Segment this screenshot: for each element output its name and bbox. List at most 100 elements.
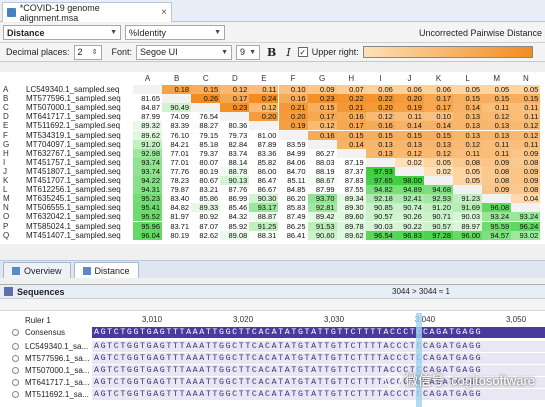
matrix-cell[interactable]: 0.12 (511, 130, 541, 140)
column-header[interactable]: N (511, 74, 540, 83)
matrix-cell[interactable]: 0.17 (220, 94, 250, 104)
row-sequence-name[interactable]: MT641717.1_sampled.seq (26, 112, 121, 121)
expand-icon[interactable] (12, 355, 19, 362)
expand-icon[interactable] (12, 367, 19, 374)
matrix-cell[interactable]: 95.23 (133, 194, 162, 204)
matrix-cell[interactable]: 93.24 (511, 212, 541, 222)
italic-button[interactable]: I (283, 46, 293, 59)
matrix-cell[interactable]: 79.37 (191, 148, 221, 158)
matrix-cell[interactable]: 0.11 (394, 112, 424, 122)
matrix-cell[interactable]: 89.33 (191, 203, 221, 213)
matrix-cell[interactable]: 0.09 (482, 185, 512, 195)
matrix-cell[interactable]: 92.93 (424, 194, 453, 204)
matrix-cell[interactable]: 0.20 (365, 103, 395, 113)
sequence-residues[interactable]: AGTCTGGTGAGTTTAAATTGGCTTCACATATGTATTGTTC… (92, 353, 545, 364)
matrix-cell[interactable]: 82.62 (191, 230, 221, 240)
matrix-cell[interactable]: 95.41 (133, 203, 162, 213)
row-sequence-name[interactable]: MT704097.1_sampled.seq (26, 140, 121, 149)
matrix-cell[interactable]: 79.87 (162, 185, 192, 195)
row-sequence-name[interactable]: MT451707.1_sampled.seq (26, 176, 121, 185)
matrix-cell[interactable]: 0.20 (249, 112, 279, 122)
matrix-cell[interactable]: 0.17 (424, 103, 453, 113)
matrix-cell[interactable]: 0.05 (482, 85, 512, 94)
matrix-cell[interactable]: 0.20 (394, 94, 424, 104)
matrix-cell[interactable]: 0.12 (307, 121, 337, 131)
matrix-cell[interactable]: 0.26 (191, 94, 221, 104)
matrix-cell[interactable]: 82.84 (220, 139, 250, 149)
matrix-cell[interactable]: 89.62 (133, 130, 162, 140)
matrix-cell[interactable]: 94.22 (133, 176, 162, 185)
matrix-cell[interactable]: 0.13 (453, 121, 483, 131)
decimal-places-spinner[interactable]: 2 ⇕ (73, 44, 102, 60)
matrix-cell[interactable]: 94.68 (424, 185, 453, 195)
row-sequence-name[interactable]: MT507000.1_sampled.seq (26, 103, 121, 112)
matrix-cell[interactable]: 84.85 (278, 185, 308, 195)
matrix-cell[interactable] (162, 94, 192, 104)
matrix-cell[interactable]: 93.02 (511, 230, 541, 240)
matrix-cell[interactable]: 90.57 (365, 212, 395, 222)
matrix-cell[interactable]: 0.08 (511, 157, 541, 167)
column-header[interactable]: H (337, 74, 366, 83)
matrix-cell[interactable]: 88.67 (307, 176, 337, 185)
matrix-cell[interactable]: 87.76 (220, 185, 250, 195)
matrix-cell[interactable]: 81.00 (249, 130, 279, 140)
metric-selector[interactable]: %Identity ▼ (125, 25, 225, 40)
matrix-cell[interactable]: 87.07 (191, 221, 221, 231)
matrix-cell[interactable]: 77.01 (162, 148, 192, 158)
matrix-cell[interactable]: 91.23 (453, 194, 483, 204)
matrix-cell[interactable]: 0.05 (453, 176, 483, 185)
matrix-cell[interactable]: 90.03 (365, 221, 395, 231)
matrix-cell[interactable]: 90.74 (394, 203, 424, 213)
matrix-cell[interactable]: 85.18 (191, 139, 221, 149)
matrix-cell[interactable]: 83.39 (162, 121, 192, 131)
matrix-cell[interactable] (249, 121, 279, 131)
matrix-cell[interactable]: 0.05 (511, 85, 541, 94)
matrix-cell[interactable]: 0.09 (511, 176, 541, 185)
matrix-cell[interactable]: 0.23 (307, 94, 337, 104)
matrix-cell[interactable]: 96.00 (453, 230, 483, 240)
expand-icon[interactable] (12, 343, 19, 350)
matrix-cell[interactable]: 85.86 (191, 194, 221, 204)
matrix-cell[interactable]: 77.01 (162, 157, 192, 167)
column-header[interactable]: M (482, 74, 511, 83)
matrix-cell[interactable] (511, 203, 541, 213)
matrix-cell[interactable]: 0.12 (220, 85, 250, 94)
matrix-cell[interactable]: 90.26 (394, 212, 424, 222)
matrix-cell[interactable]: 0.11 (511, 139, 541, 149)
matrix-cell[interactable]: 88.87 (249, 212, 279, 222)
matrix-cell[interactable] (482, 194, 512, 204)
matrix-cell[interactable]: 87.55 (336, 185, 366, 195)
matrix-cell[interactable]: 90.49 (162, 103, 192, 113)
matrix-cell[interactable]: 0.10 (424, 112, 453, 122)
matrix-cell[interactable]: 79.15 (191, 130, 221, 140)
matrix-cell[interactable]: 0.12 (482, 112, 512, 122)
matrix-cell[interactable]: 0.12 (394, 148, 424, 158)
matrix-cell[interactable]: 76.54 (191, 112, 221, 122)
matrix-cell[interactable]: 95.59 (482, 221, 512, 231)
matrix-cell[interactable]: 84.32 (220, 212, 250, 222)
matrix-cell[interactable]: 0.13 (482, 130, 512, 140)
upper-right-checkbox[interactable]: ✓ (297, 47, 308, 57)
matrix-cell[interactable]: 0.15 (336, 130, 366, 140)
matrix-cell[interactable]: 0.13 (453, 130, 483, 140)
matrix-cell[interactable]: 0.14 (336, 139, 366, 149)
matrix-cell[interactable]: 0.05 (424, 157, 453, 167)
matrix-cell[interactable] (220, 112, 250, 122)
matrix-cell[interactable]: 86.25 (278, 221, 308, 231)
matrix-cell[interactable]: 0.19 (394, 103, 424, 113)
matrix-cell[interactable]: 86.20 (278, 194, 308, 204)
matrix-cell[interactable]: 86.41 (278, 230, 308, 240)
matrix-cell[interactable] (133, 85, 162, 94)
row-sequence-name[interactable]: MT632767.1_sampled.seq (26, 149, 121, 158)
matrix-cell[interactable]: 0.12 (365, 112, 395, 122)
matrix-cell[interactable]: 87.99 (133, 112, 162, 122)
matrix-cell[interactable]: 76.10 (162, 130, 192, 140)
matrix-cell[interactable]: 94.89 (394, 185, 424, 195)
matrix-cell[interactable]: 0.06 (394, 85, 424, 94)
matrix-cell[interactable]: 93.74 (133, 157, 162, 167)
matrix-cell[interactable]: 86.99 (220, 194, 250, 204)
matrix-cell[interactable]: 86.47 (249, 176, 279, 185)
matrix-cell[interactable]: 0.15 (482, 94, 512, 104)
matrix-cell[interactable]: 0.13 (424, 139, 453, 149)
matrix-cell[interactable]: 88.19 (307, 166, 337, 176)
